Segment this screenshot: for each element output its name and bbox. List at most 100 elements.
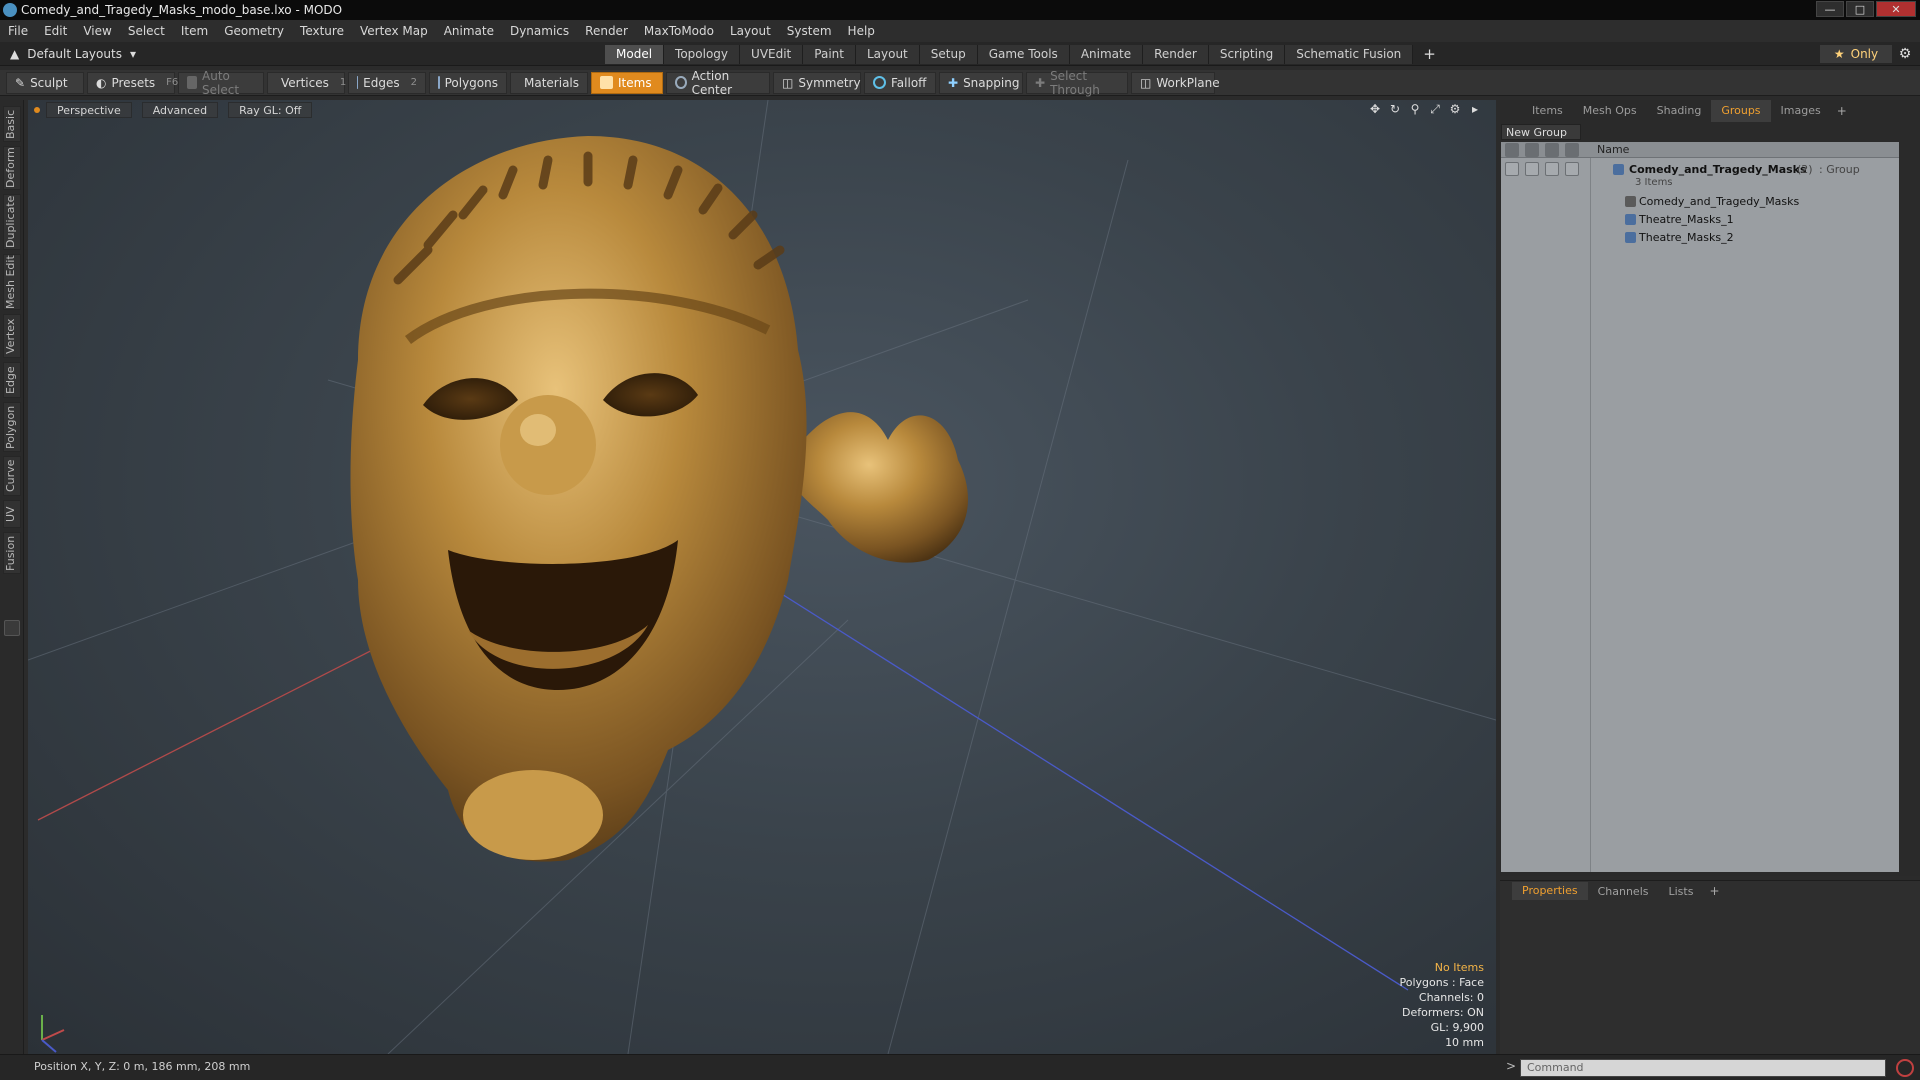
left-tool-tabs: Basic Deform Duplicate Mesh Edit Vertex … (0, 100, 24, 1054)
auto-select-button[interactable]: Auto Select (178, 69, 264, 97)
tab-setup[interactable]: Setup (919, 45, 978, 64)
lock-column-icon[interactable] (1545, 143, 1559, 157)
comedy-mask[interactable] (350, 136, 807, 862)
workplane-button[interactable]: ◫ WorkPlane (1131, 71, 1220, 94)
close-button[interactable]: ✕ (1876, 1, 1916, 17)
only-button[interactable]: ★ Only (1820, 45, 1892, 63)
vtab-fusion[interactable]: Fusion (3, 532, 21, 574)
menu-maxtomodo[interactable]: MaxToModo (644, 24, 714, 38)
settings-icon[interactable]: ⚙ (1448, 102, 1462, 116)
materials-button[interactable]: Materials (510, 71, 588, 94)
tab-topology[interactable]: Topology (664, 45, 741, 64)
raygl-button[interactable]: Ray GL: Off (228, 102, 313, 118)
vtab-uv[interactable]: UV (3, 500, 21, 528)
menu-help[interactable]: Help (848, 24, 875, 38)
tab-channels[interactable]: Channels (1588, 885, 1659, 898)
tab-groups[interactable]: Groups (1711, 100, 1771, 122)
menu-render[interactable]: Render (585, 24, 628, 38)
menu-select[interactable]: Select (128, 24, 165, 38)
tab-render[interactable]: Render (1143, 45, 1209, 64)
items-button[interactable]: Items (591, 71, 663, 94)
vtab-curve[interactable]: Curve (3, 456, 21, 496)
vtab-polygon[interactable]: Polygon (3, 402, 21, 452)
list-item[interactable]: Comedy_and_Tragedy_Masks (1501, 194, 1899, 210)
add-panel-tab-button[interactable]: + (1831, 104, 1853, 118)
tab-animate[interactable]: Animate (1069, 45, 1144, 64)
menu-edit[interactable]: Edit (44, 24, 67, 38)
vtab-basic[interactable]: Basic (3, 106, 21, 142)
shading-advanced-button[interactable]: Advanced (141, 102, 219, 118)
vtab-vertex[interactable]: Vertex (3, 314, 21, 358)
add-props-tab-button[interactable]: + (1703, 884, 1725, 898)
group-row[interactable]: Comedy_and_Tragedy_Masks (2) : Group 3 I… (1501, 160, 1899, 190)
menu-animate[interactable]: Animate (444, 24, 494, 38)
sculpt-button[interactable]: ✎ Sculpt (6, 71, 84, 94)
rotate-icon[interactable]: ↻ (1388, 102, 1402, 116)
list-item[interactable]: Theatre_Masks_2 (1501, 230, 1899, 246)
fit-icon[interactable]: ⤢ (1428, 102, 1442, 116)
render-column-icon[interactable] (1525, 143, 1539, 157)
minimize-button[interactable]: — (1816, 1, 1844, 17)
menu-geometry[interactable]: Geometry (224, 24, 284, 38)
polygons-button[interactable]: Polygons (429, 71, 507, 94)
vtab-mesh-edit[interactable]: Mesh Edit (3, 254, 21, 310)
lock-icon[interactable] (4, 620, 20, 636)
edges-button[interactable]: Edges 2 (348, 71, 426, 94)
tab-properties[interactable]: Properties (1512, 882, 1588, 900)
group-count: (2) (1797, 163, 1813, 176)
expand-arrow-icon[interactable]: ▸ (1468, 102, 1482, 116)
new-group-button[interactable]: New Group (1501, 124, 1581, 140)
menu-system[interactable]: System (787, 24, 832, 38)
vertices-button[interactable]: Vertices 1 (267, 71, 346, 94)
zoom-icon[interactable]: ⚲ (1408, 102, 1422, 116)
command-input[interactable]: Command (1520, 1059, 1886, 1077)
menu-layout[interactable]: Layout (730, 24, 771, 38)
menu-file[interactable]: File (8, 24, 28, 38)
view-perspective-button[interactable]: Perspective (46, 102, 132, 118)
stop-icon[interactable] (1896, 1059, 1914, 1077)
tab-items[interactable]: Items (1522, 100, 1573, 122)
gear-icon[interactable]: ⚙ (1896, 45, 1914, 63)
visibility-column-icon[interactable] (1505, 143, 1519, 157)
pan-icon[interactable]: ✥ (1368, 102, 1382, 116)
layout-selector[interactable]: ▲ Default Layouts ▾ (10, 45, 136, 63)
tab-layout[interactable]: Layout (855, 45, 920, 64)
tab-uvedit[interactable]: UVEdit (740, 45, 804, 64)
menu-item[interactable]: Item (181, 24, 208, 38)
vtab-edge[interactable]: Edge (3, 362, 21, 398)
add-tab-button[interactable]: + (1413, 45, 1446, 64)
action-center-button[interactable]: Action Center (666, 69, 770, 97)
select-column-icon[interactable] (1565, 143, 1579, 157)
vtab-deform[interactable]: Deform (3, 146, 21, 190)
viewport-menu-dot[interactable] (34, 107, 40, 113)
menu-view[interactable]: View (83, 24, 111, 38)
group-name: Comedy_and_Tragedy_Masks (1629, 163, 1807, 176)
tab-lists[interactable]: Lists (1659, 885, 1704, 898)
tragedy-mask[interactable] (788, 412, 968, 563)
falloff-button[interactable]: Falloff (864, 71, 936, 94)
select-through-button[interactable]: ✚ Select Through (1026, 69, 1128, 97)
hud-polygons: Polygons : Face (1399, 976, 1484, 989)
modo-app-icon (3, 3, 17, 17)
name-column-header[interactable]: Name (1597, 143, 1629, 156)
tab-game-tools[interactable]: Game Tools (977, 45, 1070, 64)
symmetry-button[interactable]: ◫ Symmetry (773, 71, 861, 94)
menu-vertex-map[interactable]: Vertex Map (360, 24, 428, 38)
tab-model[interactable]: Model (605, 45, 665, 64)
list-item[interactable]: Theatre_Masks_1 (1501, 212, 1899, 228)
tab-shading[interactable]: Shading (1647, 100, 1712, 122)
presets-button[interactable]: ◐ Presets F6 (87, 71, 178, 94)
snapping-button[interactable]: ✚ Snapping (939, 71, 1023, 94)
maximize-button[interactable]: □ (1846, 1, 1874, 17)
menu-texture[interactable]: Texture (300, 24, 344, 38)
tab-schematic-fusion[interactable]: Schematic Fusion (1285, 45, 1414, 64)
tab-images[interactable]: Images (1771, 100, 1831, 122)
3d-viewport[interactable]: Perspective Advanced Ray GL: Off ✥ ↻ ⚲ ⤢… (28, 100, 1496, 1054)
scene-canvas[interactable] (28, 100, 1496, 1054)
menu-dynamics[interactable]: Dynamics (510, 24, 569, 38)
tab-mesh-ops[interactable]: Mesh Ops (1573, 100, 1647, 122)
tab-paint[interactable]: Paint (803, 45, 856, 64)
tab-scripting[interactable]: Scripting (1208, 45, 1286, 64)
vtab-duplicate[interactable]: Duplicate (3, 194, 21, 250)
brush-icon: ✎ (15, 75, 26, 90)
